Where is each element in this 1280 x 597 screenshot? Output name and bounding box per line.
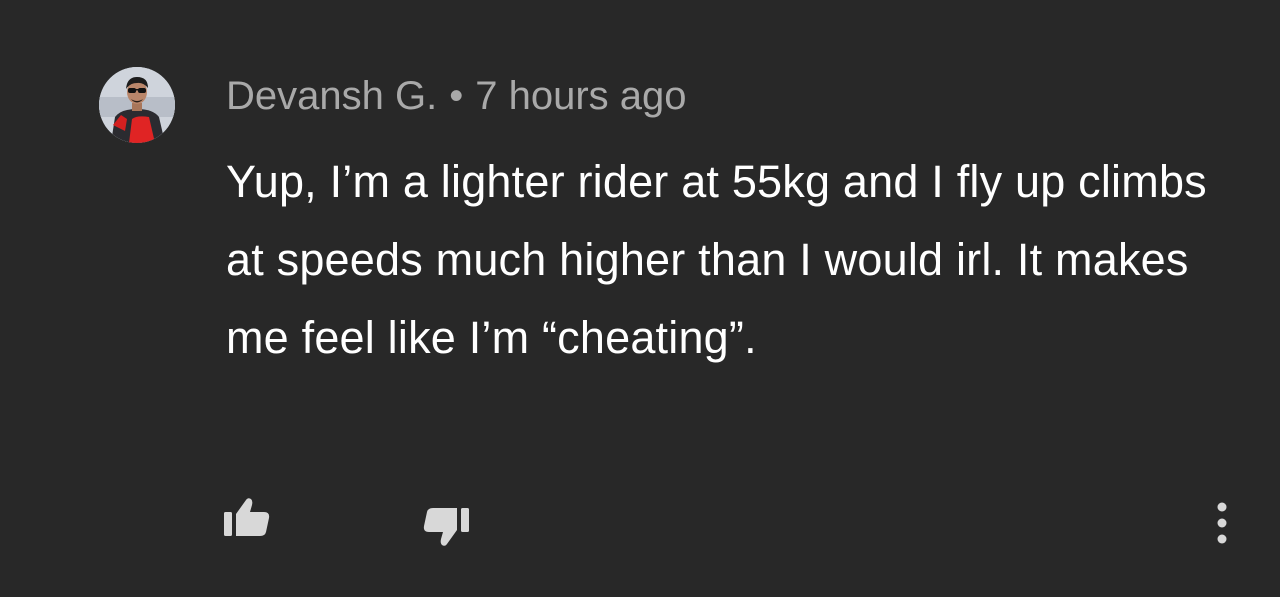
like-button[interactable] bbox=[216, 488, 278, 544]
meta-separator: • bbox=[449, 74, 464, 118]
comment-text: Yup, I’m a lighter rider at 55kg and I f… bbox=[226, 156, 1207, 363]
author-name[interactable]: Devansh G. bbox=[226, 74, 437, 118]
more-vertical-icon bbox=[1217, 502, 1227, 544]
avatar[interactable] bbox=[99, 67, 175, 143]
dislike-button[interactable] bbox=[415, 500, 477, 556]
comment-timestamp[interactable]: 7 hours ago bbox=[475, 74, 686, 118]
avatar-image bbox=[99, 67, 175, 143]
more-options-button[interactable] bbox=[1200, 496, 1244, 550]
comment-meta: Devansh G. • 7 hours ago bbox=[226, 72, 687, 120]
comment-item: Devansh G. • 7 hours ago Yup, I’m a lighte… bbox=[0, 0, 1280, 597]
thumbs-up-icon bbox=[224, 498, 270, 536]
thumbs-down-icon bbox=[423, 508, 469, 546]
